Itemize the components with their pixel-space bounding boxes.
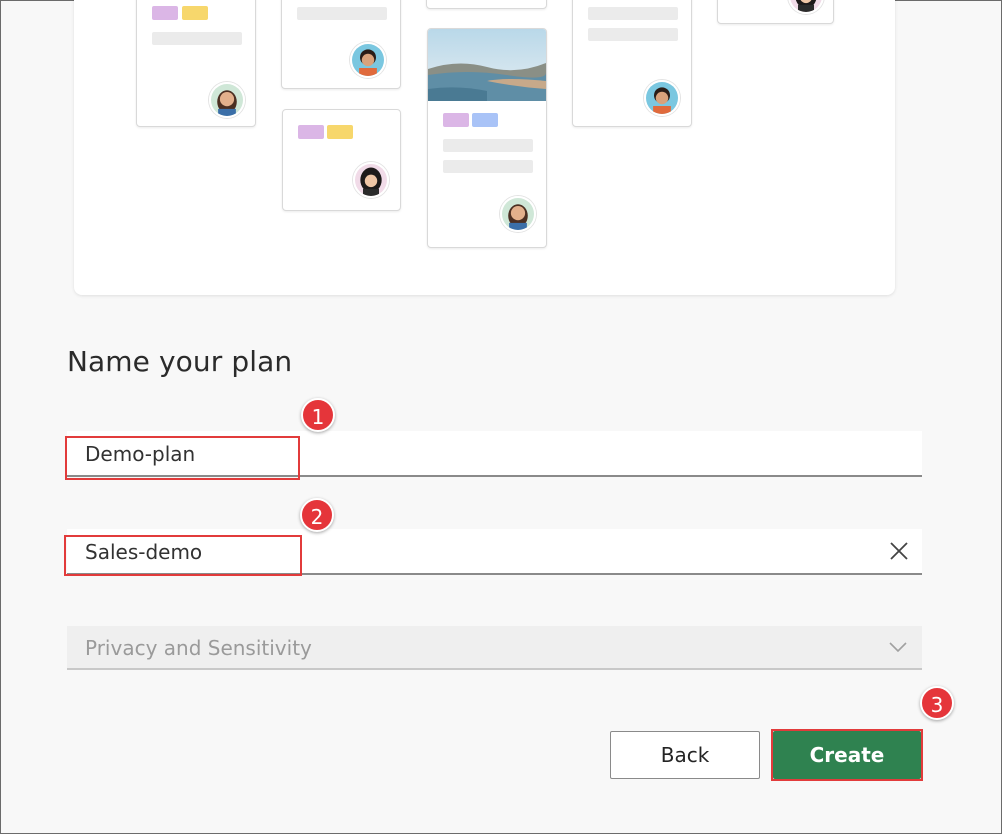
avatar [350,42,386,78]
avatar [644,80,680,116]
placeholder-line [443,139,533,152]
label-tag [472,113,498,127]
group-name-input[interactable]: Sales-demo [67,529,922,575]
back-button[interactable]: Back [610,731,760,779]
placeholder-line [297,7,387,20]
avatar [209,82,245,118]
label-tag [298,125,324,139]
illustration-card [717,0,834,24]
illustration-card [282,109,401,211]
group-name-value: Sales-demo [85,540,203,564]
plan-name-value: Demo-plan [85,442,196,466]
label-tag [152,6,178,20]
step-badge: 1 [301,398,335,432]
placeholder-line [152,32,242,45]
placeholder-line [588,28,678,41]
placeholder-line [588,7,678,20]
label-tag [182,6,208,20]
create-button[interactable]: Create [773,731,921,779]
page-title: Name your plan [67,345,293,378]
illustration-card [427,28,547,248]
privacy-sensitivity-dropdown[interactable]: Privacy and Sensitivity [67,626,922,670]
close-icon[interactable] [888,540,910,562]
chevron-down-icon [889,642,907,653]
plan-name-input[interactable]: Demo-plan [67,431,922,477]
placeholder-line [443,160,533,173]
avatar [500,196,536,232]
label-tag [327,125,353,139]
avatar [353,162,389,198]
illustration-card [572,0,692,127]
illustration-card [426,0,547,9]
privacy-placeholder: Privacy and Sensitivity [85,636,312,660]
step-badge: 2 [300,498,334,532]
step-badge: 3 [920,686,954,720]
plan-illustration [74,0,895,295]
avatar [788,0,824,14]
illustration-card [136,0,256,127]
illustration-card [281,0,401,89]
landscape-image [428,29,546,101]
label-tag [443,113,469,127]
